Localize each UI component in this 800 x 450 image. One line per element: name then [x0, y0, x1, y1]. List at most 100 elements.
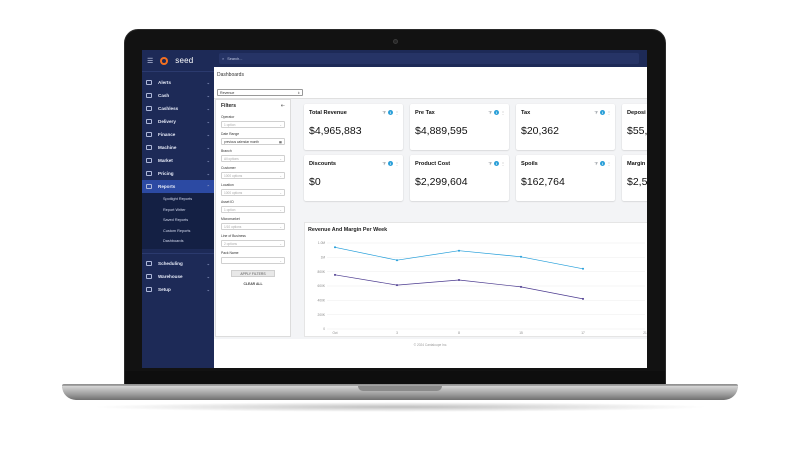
data-point[interactable] [582, 297, 584, 300]
more-options-icon[interactable]: ⋮ [395, 110, 399, 115]
clear-all-button[interactable]: CLEAR ALL [231, 282, 275, 286]
data-point[interactable] [396, 259, 398, 262]
kpi-card-actions: ⧩ i ⋮ [594, 110, 611, 115]
filter-select[interactable]: 1 option ⌄ [221, 206, 285, 213]
info-icon[interactable]: i [388, 161, 393, 166]
kpi-card[interactable]: Spoils $162,764 ⧩ i ⋮ [516, 155, 615, 201]
kpi-card-title: Margin [627, 161, 646, 167]
data-point[interactable] [458, 278, 460, 281]
kpi-card-value: $55, [627, 125, 647, 137]
sidebar-item-cash[interactable]: Cash ⌄ [142, 89, 214, 102]
sidebar-item-setup[interactable]: Setup ⌄ [142, 283, 214, 296]
filter-select[interactable]: 1 option ⌄ [221, 121, 285, 128]
kpi-card[interactable]: Tax $20,362 ⧩ i ⋮ [516, 104, 615, 150]
filter-select-value: 1000 options [224, 173, 243, 178]
data-point[interactable] [334, 273, 336, 276]
sidebar-item-warehouse[interactable]: Warehouse ⌄ [142, 270, 214, 283]
filter-select[interactable]: 1/10 options ⌄ [221, 223, 285, 230]
data-point[interactable] [334, 246, 336, 249]
brand-name[interactable]: seed [175, 56, 193, 65]
filter-icon[interactable]: ⧩ [382, 161, 386, 166]
filter-select-value: previous calendar month [224, 139, 259, 144]
submenu-item[interactable]: Dashboards [142, 236, 214, 247]
kpi-card-value: $4,889,595 [415, 125, 468, 137]
data-point[interactable] [520, 285, 522, 288]
footer-copyright: © 2024 Cantaloupe Inc. [413, 343, 448, 347]
filter-select[interactable]: 1000 options ⌄ [221, 172, 285, 179]
more-options-icon[interactable]: ⋮ [607, 161, 611, 166]
search-input[interactable]: Search... [227, 57, 242, 61]
data-point[interactable] [582, 267, 584, 270]
hamburger-menu-icon[interactable]: ☰ [147, 57, 153, 65]
sidebar-item-finance[interactable]: Finance ⌄ [142, 128, 214, 141]
chevron-down-icon: ⌄ [206, 106, 210, 111]
kpi-card[interactable]: Product Cost $2,299,604 ⧩ i ⋮ [410, 155, 509, 201]
sidebar-item-machine[interactable]: Machine ⌄ [142, 141, 214, 154]
x-tick-label: 8 [458, 331, 460, 335]
submenu-item[interactable]: Saved Reports [142, 215, 214, 226]
more-options-icon[interactable]: ⋮ [607, 110, 611, 115]
filter-select[interactable]: previous calendar month ▦ [221, 138, 285, 145]
info-icon[interactable]: i [494, 161, 499, 166]
kpi-card-title: Spoils [521, 161, 538, 167]
filter-icon[interactable]: ⧩ [594, 110, 598, 115]
sidebar-item-alerts[interactable]: Alerts ⌄ [142, 76, 214, 89]
chart-canvas: 1.0M 1M 800K 600K 400K 200K 0 Oct 3 8 15 17 21 [318, 241, 647, 335]
filter-select[interactable]: ⌄ [221, 257, 285, 264]
seed-logo-icon[interactable] [160, 56, 169, 65]
kpi-card[interactable]: Pre Tax $4,889,595 ⧩ i ⋮ [410, 104, 509, 150]
submenu-item[interactable]: Custom Reports [142, 226, 214, 237]
kpi-card[interactable]: Discounts $0 ⧩ i ⋮ [304, 155, 403, 201]
filter-select[interactable]: All options ⌄ [221, 155, 285, 162]
more-options-icon[interactable]: ⋮ [395, 161, 399, 166]
apply-filters-button[interactable]: APPLY FILTERS [231, 270, 275, 277]
sidebar-item-label: Scheduling [158, 260, 183, 266]
sidebar-nav: Alerts ⌄ Cash ⌄ Cashless ⌄ Delivery ⌄ Finance ⌄ Ma… [142, 72, 214, 296]
sidebar-item-label: Warehouse [158, 273, 183, 279]
submenu-item[interactable]: Spotlight Reports [142, 194, 214, 205]
sidebar-item-reports[interactable]: Reports ⌃ [142, 180, 214, 193]
y-tick-label: 400K [318, 299, 326, 303]
info-icon[interactable]: i [600, 110, 605, 115]
sidebar-item-label: Reports [158, 184, 176, 189]
data-point[interactable] [520, 255, 522, 258]
info-icon[interactable]: i [494, 110, 499, 115]
kpi-card[interactable]: Total Revenue $4,965,883 ⧩ i ⋮ [304, 104, 403, 150]
kpi-card-value: $4,965,883 [309, 125, 362, 137]
kpi-card[interactable]: Margin$2,5⧩i⋮ [622, 155, 647, 201]
info-icon[interactable]: i [600, 161, 605, 166]
y-tick-label: 0 [323, 327, 325, 331]
y-tick-label: 1M [321, 256, 326, 260]
info-icon[interactable]: i [388, 110, 393, 115]
data-point[interactable] [396, 284, 398, 287]
filter-icon[interactable]: ⧩ [382, 110, 386, 115]
kpi-card-value: $162,764 [521, 176, 565, 188]
submenu-item[interactable]: Report Writer [142, 205, 214, 216]
kpi-card-title: Tax [521, 110, 531, 116]
sidebar-item-market[interactable]: Market ⌄ [142, 154, 214, 167]
filter-icon[interactable]: ⧩ [488, 110, 492, 115]
dashboard-select[interactable]: Revenue ⇕ [217, 89, 303, 96]
sidebar-item-scheduling[interactable]: Scheduling ⌄ [142, 257, 214, 270]
filter-select[interactable]: 1000 options ⌄ [221, 189, 285, 196]
sidebar-item-pricing[interactable]: Pricing ⌄ [142, 167, 214, 180]
filter-select[interactable]: 2 options ⌄ [221, 240, 285, 247]
kpi-card-value: $2,5 [627, 176, 647, 188]
more-options-icon[interactable]: ⋮ [501, 110, 505, 115]
filter-icon[interactable]: ⧩ [594, 161, 598, 166]
chevron-down-icon: ⌄ [206, 158, 210, 163]
filter-label: Line of Business [221, 234, 246, 238]
chevron-down-icon: ⌄ [206, 93, 210, 98]
x-tick-label: Oct [333, 331, 338, 335]
card-icon [146, 106, 152, 111]
more-options-icon[interactable]: ⋮ [501, 161, 505, 166]
data-point[interactable] [458, 249, 460, 252]
sidebar-item-cashless[interactable]: Cashless ⌄ [142, 102, 214, 115]
search-bar[interactable]: ⌕ Search... [219, 53, 639, 64]
collapse-filters-icon[interactable]: ⇤ [281, 103, 285, 109]
filter-icon[interactable]: ⧩ [488, 161, 492, 166]
sidebar-item-delivery[interactable]: Delivery ⌄ [142, 115, 214, 128]
series-line [334, 274, 584, 300]
chevron-down-icon: ⌄ [206, 132, 210, 137]
kpi-card[interactable]: Deposi$55,⧩i⋮ [622, 104, 647, 150]
